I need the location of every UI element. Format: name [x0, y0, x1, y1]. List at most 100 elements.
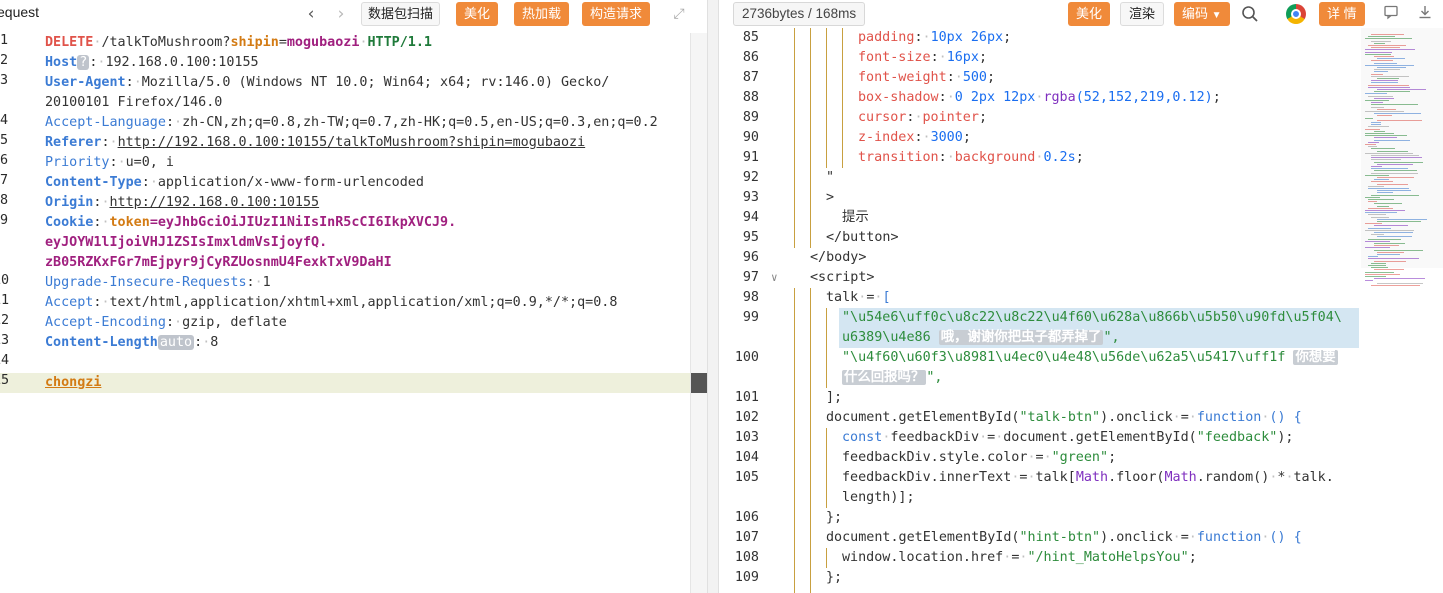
- line-number: 14: [0, 353, 10, 368]
- response-pane: 2736bytes / 168ms 美化 渲染 编码 ▼ 详 情 85 86 8…: [719, 0, 1443, 593]
- code-line: document.getElementById("talk-btn").oncl…: [826, 410, 1302, 425]
- chevron-right-icon[interactable]: ›: [330, 3, 352, 25]
- line-number: 99: [742, 310, 759, 325]
- line-number: 3: [0, 73, 9, 88]
- download-icon[interactable]: [1415, 4, 1435, 24]
- auto-chip[interactable]: auto: [157, 335, 195, 350]
- header-host: Host?:·192.168.0.100:10155: [45, 55, 259, 70]
- request-editor[interactable]: 1 2 3 4 5 6 7 8 9 10 11 12 13 14 15 DELE…: [0, 33, 690, 593]
- unicode-preview: 你想要: [1293, 350, 1338, 365]
- render-button[interactable]: 渲染: [1120, 2, 1165, 26]
- code-line: "\u54e6\uff0c\u8c22\u8c22\u4f60\u628a\u8…: [842, 310, 1342, 325]
- query-param-value: mogubaozi: [286, 35, 360, 50]
- code-line: document.getElementById("hint-btn").oncl…: [826, 530, 1302, 545]
- request-pane: equest ‹ › 数据包扫描 美化 热加载 构造请求 ⤢ 1 2 3 4 5…: [0, 0, 707, 593]
- header-accept-language: Accept-Language:·zh-CN,zh;q=0.8,zh-TW;q=…: [45, 115, 658, 130]
- minimap-line: [1371, 284, 1420, 286]
- line-number: 91: [742, 150, 759, 165]
- minimap-line: [1365, 276, 1386, 277]
- line-number: 101: [734, 390, 759, 405]
- request-line: DELETE·/talkToMushroom?shipin=mogubaozi·…: [45, 35, 433, 50]
- code-line: length)];: [842, 490, 915, 505]
- line-number: 5: [0, 133, 9, 148]
- vertical-scrollbar[interactable]: [690, 33, 707, 593]
- line-number: 6: [0, 153, 9, 168]
- line-number: 89: [742, 110, 759, 125]
- header-accept-encoding: Accept-Encoding:·gzip, deflate: [45, 315, 287, 330]
- line-number: 2: [0, 53, 9, 68]
- chrome-icon[interactable]: [1286, 4, 1306, 24]
- code-line: feedbackDiv.style.color·=·"green";: [842, 450, 1117, 465]
- minimap-line: [1377, 282, 1423, 284]
- minimap-line: [1365, 271, 1394, 273]
- line-number: 7: [0, 173, 9, 188]
- minimap-line: [1374, 269, 1404, 271]
- indent-guide: [826, 428, 827, 508]
- beautify-button[interactable]: 美化: [456, 2, 499, 26]
- comment-icon[interactable]: [1381, 4, 1401, 24]
- line-number: 11: [0, 293, 10, 308]
- packet-scan-button[interactable]: 数据包扫描: [361, 2, 441, 26]
- expand-icon[interactable]: ⤢: [670, 5, 688, 23]
- line-number: 103: [734, 430, 759, 445]
- protocol: HTTP/1.1: [367, 35, 433, 50]
- code-line: window.location.href·=·"/hint_MatoHelpsY…: [842, 550, 1197, 565]
- line-number: 93: [742, 190, 759, 205]
- scrollbar-thumb[interactable]: [691, 373, 707, 393]
- line-number: 102: [734, 410, 759, 425]
- build-request-button[interactable]: 构造请求: [582, 2, 651, 26]
- chevron-left-icon[interactable]: ‹: [300, 3, 322, 25]
- line-number: 96: [742, 250, 759, 265]
- line-number: 108: [734, 550, 759, 565]
- indent-guide: [794, 28, 795, 248]
- line-number: 106: [734, 510, 759, 525]
- code-line: font-weight:·500;: [858, 70, 996, 85]
- hot-load-button[interactable]: 热加载: [514, 2, 570, 26]
- response-editor[interactable]: 85 86 87 88 89 90 91 92 93 94 95 96 97 ∨…: [719, 28, 1359, 593]
- referer-link[interactable]: http://192.168.0.100:10155/talkToMushroo…: [118, 135, 586, 150]
- request-path: /talkToMushroom?: [101, 35, 231, 50]
- line-number: 15: [0, 373, 10, 388]
- origin-link[interactable]: http://192.168.0.100:10155: [110, 195, 320, 210]
- line-number: 87: [742, 70, 759, 85]
- code-line: >: [826, 190, 835, 205]
- header-user-agent: User-Agent:·Mozilla/5.0 (Windows NT 10.0…: [45, 75, 610, 90]
- indent-guide: [826, 28, 827, 168]
- request-body: chongzi: [45, 375, 102, 390]
- line-number: 100: [734, 350, 759, 365]
- minimap-slider[interactable]: [1361, 28, 1443, 268]
- pane-divider[interactable]: [707, 0, 719, 593]
- header-accept: Accept:·text/html,application/xhtml+xml,…: [45, 295, 618, 310]
- line-number: 107: [734, 530, 759, 545]
- line-number: 109: [734, 570, 759, 585]
- search-icon[interactable]: [1240, 4, 1260, 24]
- header-user-agent-cont: 20100101 Firefox/146.0: [45, 95, 223, 110]
- code-line: </body>: [810, 250, 867, 265]
- request-toolbar: equest ‹ › 数据包扫描 美化 热加载 构造请求 ⤢: [0, 0, 707, 28]
- header-cookie-cont: zB05RZKxFGr7mEjpyr9jCyRZUosnmU4FexkTxV9D…: [45, 255, 392, 270]
- query-param-name: shipin: [230, 35, 279, 50]
- indent-guide: [810, 28, 811, 248]
- code-line: transition:·background·0.2s;: [858, 150, 1084, 165]
- line-number: 95: [742, 230, 759, 245]
- code-line: "\u4f60\u60f3\u8981\u4ec0\u4e48\u56de\u6…: [842, 350, 1338, 365]
- header-cookie-cont: eyJOYW1lIjoiVHJ1ZSIsImxldmVsIjoyfQ.: [45, 235, 328, 250]
- details-button[interactable]: 详 情: [1319, 2, 1365, 26]
- fold-chevron-icon[interactable]: ∨: [771, 271, 778, 284]
- code-line: };: [826, 570, 843, 585]
- encode-dropdown[interactable]: 编码 ▼: [1174, 2, 1230, 26]
- help-chip[interactable]: ?: [77, 55, 90, 70]
- code-line: </button>: [826, 230, 899, 245]
- code-line: font-size:·16px;: [858, 50, 987, 65]
- code-line: };: [826, 510, 843, 525]
- encode-label: 编码: [1182, 6, 1209, 21]
- pane-title: equest: [0, 4, 40, 20]
- code-line: cursor:·pointer;: [858, 110, 987, 125]
- chevron-down-icon: ▼: [1211, 10, 1222, 21]
- header-content-type: Content-Type:·application/x-www-form-url…: [45, 175, 424, 190]
- response-size-label: 2736bytes / 168ms: [733, 2, 866, 26]
- line-number: 105: [734, 470, 759, 485]
- beautify-button[interactable]: 美化: [1068, 2, 1111, 26]
- code-line: ": [826, 170, 835, 185]
- line-number: 104: [734, 450, 759, 465]
